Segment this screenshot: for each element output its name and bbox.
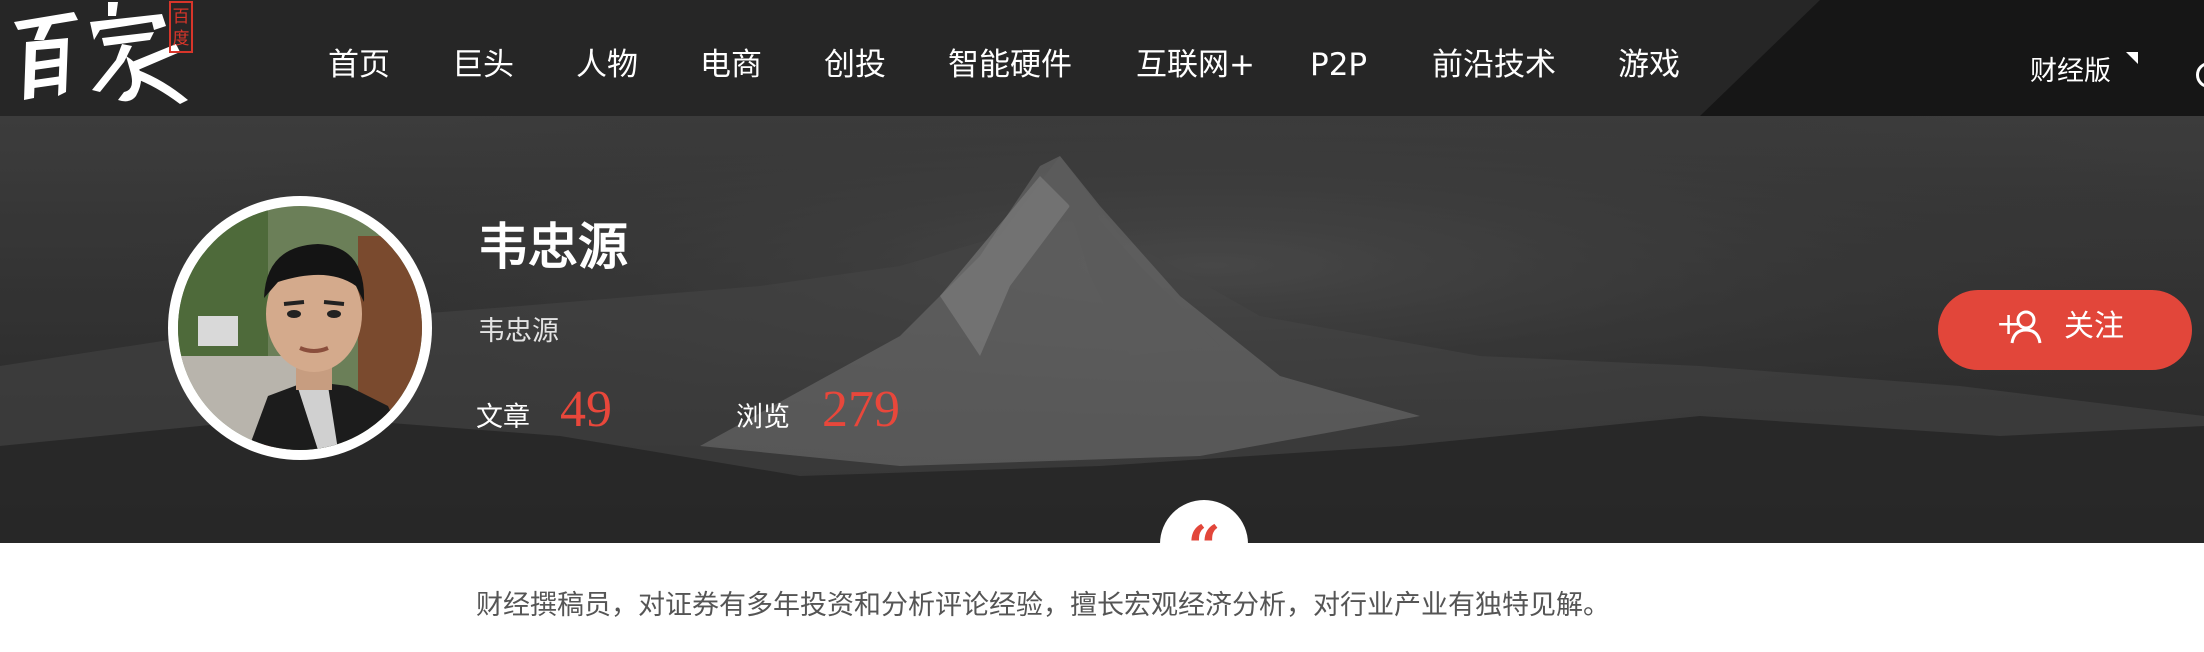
user-add-icon (2010, 310, 2042, 344)
follow-button[interactable]: + 关注 (1938, 290, 2192, 370)
nav-item-giants[interactable]: 巨头 (452, 50, 514, 81)
follow-label: 关注 (2064, 309, 2124, 344)
articles-count: 49 (560, 381, 612, 438)
nav-item-smart-hardware[interactable]: 智能硬件 (948, 50, 1072, 81)
nav-item-venture[interactable]: 创投 (824, 50, 886, 81)
svg-text:度: 度 (173, 29, 190, 49)
baijia-logo[interactable]: 百 度 (4, 0, 194, 112)
nav-item-frontier-tech[interactable]: 前沿技术 (1432, 50, 1556, 81)
views-label: 浏览 (736, 402, 790, 433)
caret-down-icon[interactable] (2126, 52, 2138, 64)
quote-badge: “ (1160, 500, 1248, 588)
logo-calligraphy (14, 2, 188, 104)
nav-item-internet-plus[interactable]: 互联网+ (1136, 50, 1255, 81)
nav-item-people[interactable]: 人物 (576, 50, 638, 81)
views-count: 279 (822, 381, 900, 438)
nav-item-games[interactable]: 游戏 (1618, 50, 1680, 81)
svg-text:百: 百 (173, 7, 190, 27)
author-subtitle: 韦忠源 (478, 316, 559, 347)
avatar-photo (178, 206, 422, 450)
avatar[interactable] (168, 196, 432, 460)
quote-icon: “ (1187, 513, 1221, 581)
nav-item-p2p[interactable]: P2P (1310, 50, 1367, 81)
author-name: 韦忠源 (478, 218, 628, 276)
nav-item-ecommerce[interactable]: 电商 (700, 50, 762, 81)
edition-switch[interactable]: 财经版 (2030, 58, 2111, 85)
nav-item-home[interactable]: 首页 (328, 50, 390, 81)
top-nav-bar: 百 度 首页 巨头 人物 电商 创投 智能硬件 互联网+ P2P 前沿技术 游戏… (0, 0, 2204, 116)
author-banner: 韦忠源 韦忠源 文章 49 浏览 279 + 关注 (0, 116, 2204, 543)
logo-seal: 百 度 (169, 1, 193, 53)
articles-label: 文章 (476, 402, 530, 433)
author-bio: 财经撰稿员，对证券有多年投资和分析评论经验，擅长宏观经济分析，对行业产业有独特见… (476, 590, 1610, 621)
